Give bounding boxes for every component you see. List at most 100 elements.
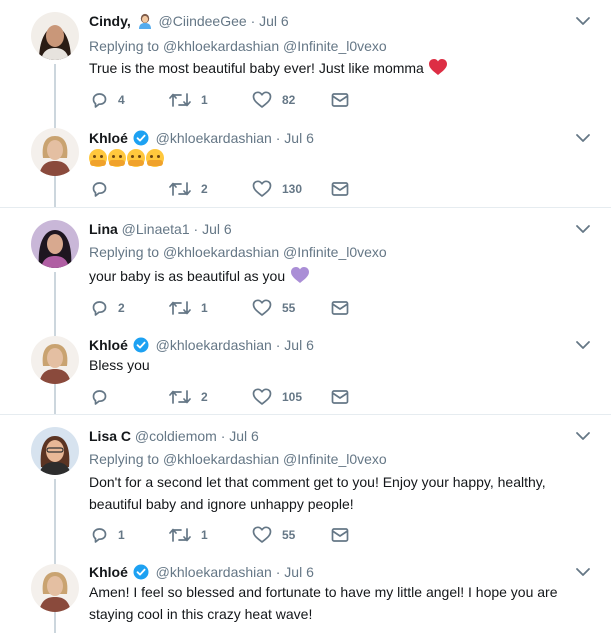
reply-button[interactable]: 1 (90, 525, 125, 545)
chevron-down-icon[interactable] (575, 428, 591, 444)
display-name[interactable]: Khloé (89, 130, 128, 146)
direct-message-button[interactable] (331, 298, 349, 318)
avatar[interactable] (31, 128, 79, 176)
reply-count: 4 (118, 93, 125, 107)
display-name[interactable]: Lina (89, 221, 118, 237)
mention-link[interactable]: @khloekardashian (163, 38, 279, 54)
reply-icon (92, 301, 107, 316)
like-button[interactable]: 82 (252, 90, 295, 110)
envelope-icon (331, 390, 349, 404)
display-name[interactable]: Khloé (89, 337, 128, 353)
mention-link[interactable]: @khloekardashian (163, 451, 279, 467)
replying-to: Replying to @khloekardashian @Infinite_l… (89, 38, 387, 54)
woman-icon (138, 13, 152, 33)
direct-message-button[interactable] (331, 179, 349, 199)
retweet-count: 1 (201, 528, 208, 542)
like-button[interactable]: 55 (252, 298, 295, 318)
tweet-text: True is the most beautiful baby ever! Ju… (89, 57, 571, 82)
username[interactable]: @Linaeta1 (122, 221, 190, 237)
tweet-khloe-reply[interactable]: Khloé @khloekardashian · Jul 6 Bless you… (0, 320, 611, 414)
avatar[interactable] (31, 220, 79, 268)
heart-icon (252, 388, 272, 405)
envelope-icon (331, 93, 349, 107)
timestamp[interactable]: Jul 6 (284, 564, 314, 580)
verified-badge-icon (133, 130, 149, 150)
display-name[interactable]: Cindy, (89, 13, 131, 29)
mention-link[interactable]: @Infinite_l0vexo (283, 244, 387, 260)
mention-link[interactable]: @Infinite_l0vexo (283, 38, 387, 54)
timestamp[interactable]: Jul 6 (202, 221, 232, 237)
username[interactable]: @khloekardashian (156, 564, 272, 580)
like-button[interactable]: 55 (252, 525, 295, 545)
chevron-down-icon[interactable] (575, 13, 591, 29)
retweet-button[interactable]: 1 (169, 298, 208, 318)
like-count: 130 (282, 182, 303, 196)
reply-count: 2 (118, 301, 125, 315)
display-name[interactable]: Lisa C (89, 428, 131, 444)
heart-icon (252, 180, 272, 197)
conversation-thread: Cindy, @CiindeeGee · Jul 6 Replying to @… (0, 0, 611, 633)
reply-count: 1 (118, 528, 125, 542)
tweet-khloe-reply[interactable]: Khloé @khloekardashian · Jul 6 2 130 (0, 112, 611, 207)
reply-button[interactable]: 4 (90, 90, 125, 110)
reply-icon (92, 528, 107, 543)
direct-message-button[interactable] (331, 387, 349, 407)
timestamp[interactable]: Jul 6 (259, 13, 289, 29)
like-count: 105 (282, 390, 303, 404)
like-button[interactable]: 130 (252, 179, 302, 199)
retweet-button[interactable]: 1 (169, 90, 208, 110)
like-count: 55 (282, 301, 296, 315)
mention-link[interactable]: @khloekardashian (163, 244, 279, 260)
chevron-down-icon[interactable] (575, 564, 591, 580)
replying-to: Replying to @khloekardashian @Infinite_l… (89, 451, 387, 467)
avatar[interactable] (31, 336, 79, 384)
display-name[interactable]: Khloé (89, 564, 128, 580)
retweet-icon (169, 528, 191, 542)
avatar[interactable] (31, 12, 79, 60)
retweet-icon (169, 93, 191, 107)
heart-icon (252, 526, 272, 543)
envelope-icon (331, 528, 349, 542)
chevron-down-icon[interactable] (575, 130, 591, 146)
retweet-button[interactable]: 1 (169, 525, 208, 545)
username[interactable]: @khloekardashian (156, 337, 272, 353)
username[interactable]: @CiindeeGee (159, 13, 247, 29)
hugging-face-icon (127, 149, 145, 167)
heart-icon (252, 299, 272, 316)
heart-icon (252, 91, 272, 108)
tweet-khloe-reply[interactable]: Khloé @khloekardashian · Jul 6 Amen! I f… (0, 548, 611, 633)
replying-to: Replying to @khloekardashian @Infinite_l… (89, 244, 387, 260)
envelope-icon (331, 182, 349, 196)
retweet-button[interactable]: 2 (169, 387, 208, 407)
chevron-down-icon[interactable] (575, 337, 591, 353)
tweet-text: Bless you (89, 357, 150, 373)
avatar[interactable] (31, 564, 79, 612)
timestamp[interactable]: Jul 6 (284, 130, 314, 146)
chevron-down-icon[interactable] (575, 221, 591, 237)
tweet-text: Don't for a second let that comment get … (89, 474, 546, 512)
avatar[interactable] (31, 427, 79, 475)
like-button[interactable]: 105 (252, 387, 302, 407)
timestamp[interactable]: Jul 6 (229, 428, 259, 444)
tweet-text (89, 148, 571, 170)
reply-icon (92, 93, 107, 108)
timestamp[interactable]: Jul 6 (284, 337, 314, 353)
retweet-icon (169, 301, 191, 315)
hugging-face-icon (146, 149, 164, 167)
mention-link[interactable]: @Infinite_l0vexo (283, 451, 387, 467)
tweet-text: your baby is as beautiful as you (89, 265, 571, 290)
reply-icon (92, 182, 107, 197)
hugging-face-icon (89, 149, 107, 167)
like-count: 82 (282, 93, 296, 107)
direct-message-button[interactable] (331, 90, 349, 110)
username[interactable]: @coldiemom (135, 428, 217, 444)
direct-message-button[interactable] (331, 525, 349, 545)
retweet-count: 1 (201, 93, 208, 107)
reply-button[interactable] (90, 387, 108, 407)
retweet-button[interactable]: 2 (169, 179, 208, 199)
tweet-text: Amen! I feel so blessed and fortunate to… (89, 584, 558, 622)
reply-button[interactable]: 2 (90, 298, 125, 318)
reply-button[interactable] (90, 179, 108, 199)
username[interactable]: @khloekardashian (156, 130, 272, 146)
retweet-count: 2 (201, 390, 208, 404)
